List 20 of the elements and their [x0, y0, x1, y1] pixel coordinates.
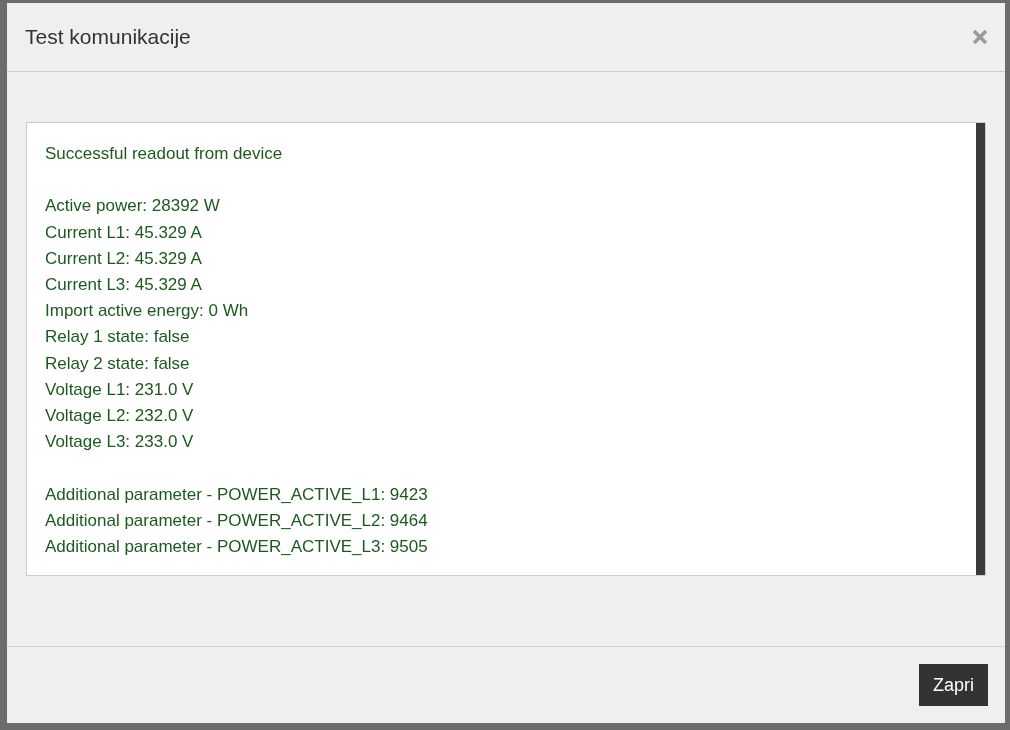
readout-line: Voltage L2: 232.0 V [45, 405, 194, 427]
dialog-title: Test komunikacije [25, 25, 191, 49]
readout-line: Relay 1 state: false [45, 326, 190, 349]
readout-line: Relay 2 state: false [45, 352, 190, 375]
readout-line: Voltage L1: 231.0 V [45, 378, 194, 401]
close-button[interactable] [972, 29, 988, 45]
readout-line: Import active energy: 0 Wh [45, 300, 249, 323]
close-icon [972, 29, 988, 45]
readout-line: Current L1: 45.329 A [45, 221, 202, 244]
close-dialog-button[interactable]: Zapri [919, 664, 988, 706]
readout-line: Active power: 28392 W [45, 195, 220, 218]
readout-line: Additional parameter - POWER_ACTIVE_L1: 9423 [45, 483, 428, 506]
readout-line: Voltage L3: 233.0 V [45, 431, 194, 454]
readout-line: Current L3: 45.329 A [45, 274, 202, 296]
readout-textarea[interactable] [26, 122, 986, 576]
readout-line: Additional parameter - POWER_ACTIVE_L2: 9464 [45, 509, 428, 532]
readout-line: Additional parameter - POWER_ACTIVE_L3: 9505 [45, 536, 428, 558]
readout-line: Current L2: 45.329 A [45, 247, 202, 270]
scrollbar[interactable] [976, 123, 985, 575]
readout-line: Successful readout from device [45, 143, 283, 165]
